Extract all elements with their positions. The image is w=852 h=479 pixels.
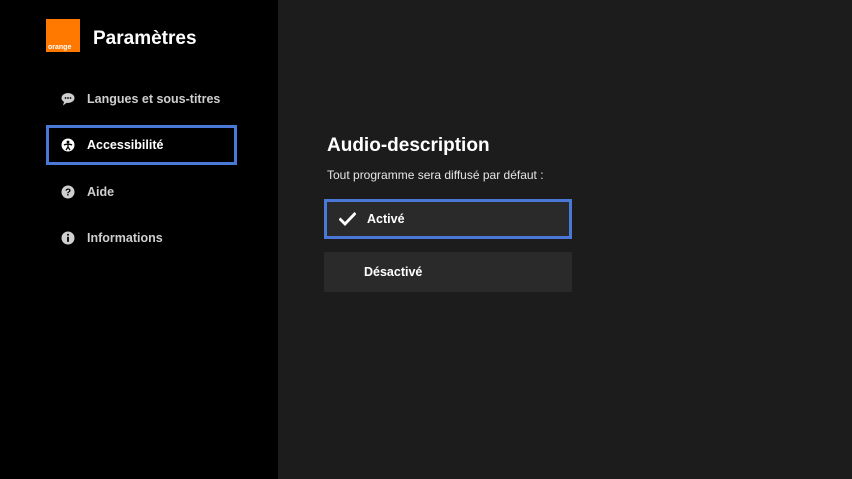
sidebar-item-label: Aide — [87, 185, 115, 199]
sidebar-item-langues[interactable]: Langues et sous-titres — [46, 79, 237, 119]
option-label: Désactivé — [364, 265, 423, 279]
section-title: Audio-description — [327, 135, 490, 156]
svg-text:?: ? — [65, 188, 71, 199]
sidebar-item-accessibilite[interactable]: Accessibilité — [46, 125, 237, 165]
speech-bubble-icon — [61, 93, 75, 106]
option-label: Activé — [367, 212, 405, 226]
accessibility-icon — [61, 138, 75, 152]
logo-text: orange — [48, 44, 72, 51]
help-icon: ? — [61, 185, 75, 199]
option-active[interactable]: Activé — [324, 199, 572, 239]
checkmark-icon — [339, 212, 356, 226]
section-subtitle: Tout programme sera diffusé par défaut : — [327, 168, 544, 182]
option-desactive[interactable]: Désactivé — [324, 252, 572, 292]
page-title: Paramètres — [93, 28, 197, 49]
sidebar-item-label: Langues et sous-titres — [87, 92, 221, 106]
orange-logo: orange — [46, 19, 80, 52]
sidebar-item-informations[interactable]: Informations — [46, 218, 237, 258]
sidebar: orange Paramètres Langues et sous-titres… — [0, 0, 278, 479]
settings-screen: orange Paramètres Langues et sous-titres… — [0, 0, 852, 479]
info-icon — [61, 231, 75, 245]
sidebar-item-aide[interactable]: ? Aide — [46, 172, 237, 212]
sidebar-item-label: Informations — [87, 231, 163, 245]
sidebar-item-label: Accessibilité — [87, 138, 164, 152]
main-panel — [278, 0, 852, 479]
